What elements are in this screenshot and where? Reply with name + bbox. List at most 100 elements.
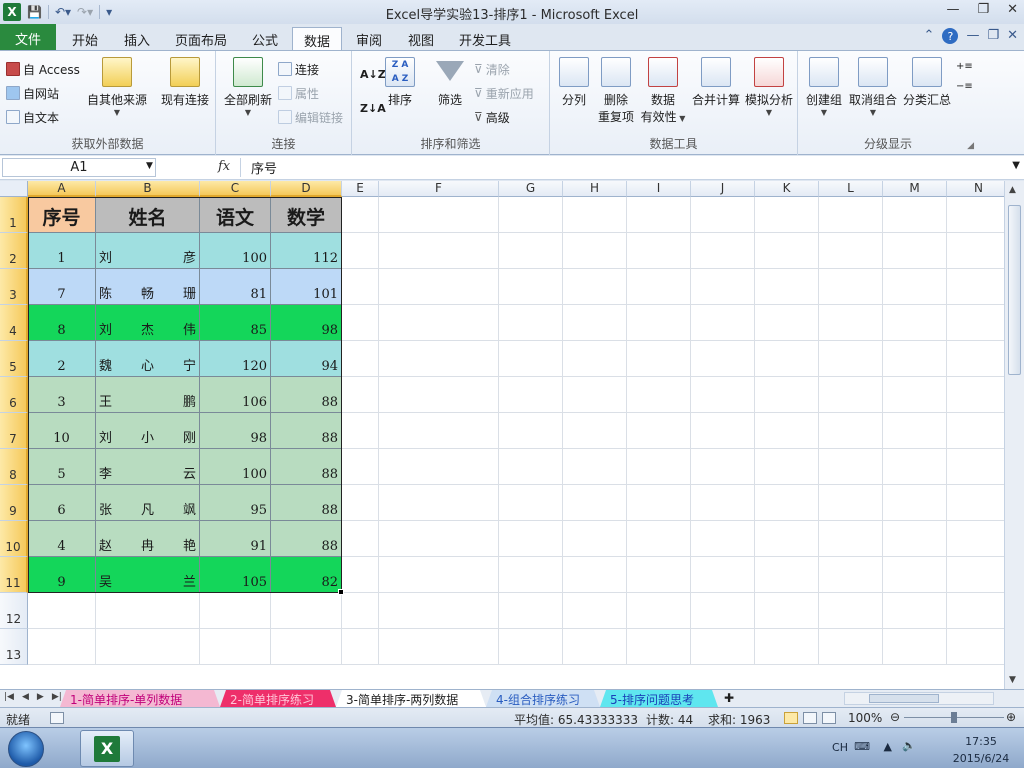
cell-name[interactable]: 李云 xyxy=(96,449,200,485)
row-header-4[interactable]: 4 xyxy=(0,305,28,341)
cell-name[interactable]: 刘彦 xyxy=(96,233,200,269)
column-header-d[interactable]: D xyxy=(271,181,342,197)
column-header-f[interactable]: F xyxy=(379,181,499,197)
cell-name[interactable]: 赵冉艳 xyxy=(96,521,200,557)
clear-filter-button[interactable]: ⊽ 清除 xyxy=(474,60,510,78)
cell-chinese-score[interactable]: 120 xyxy=(200,341,271,377)
redo-icon[interactable]: ↷▾ xyxy=(77,5,93,19)
cell-number[interactable]: 4 xyxy=(28,521,96,557)
row-header-2[interactable]: 2 xyxy=(0,233,28,269)
cell-chinese-score[interactable]: 100 xyxy=(200,233,271,269)
tab-home[interactable]: 开始 xyxy=(62,27,108,49)
sheet-tab-2[interactable]: 2-简单排序练习 xyxy=(220,690,336,707)
cell-name[interactable]: 陈畅珊 xyxy=(96,269,200,305)
connections-button[interactable]: 连接 xyxy=(278,60,319,78)
sheet-tab-5[interactable]: 5-排序问题思考 xyxy=(600,690,718,707)
start-button[interactable] xyxy=(8,731,44,767)
keyboard-icon[interactable]: ⌨ xyxy=(854,740,870,753)
sort-descending-button[interactable]: Z↓A xyxy=(360,99,386,117)
sort-button[interactable]: Z AA Z 排序 xyxy=(384,57,416,108)
cell-name[interactable]: 刘小刚 xyxy=(96,413,200,449)
row-header-6[interactable]: 6 xyxy=(0,377,28,413)
row-header-11[interactable]: 11 xyxy=(0,557,28,593)
column-header-l[interactable]: L xyxy=(819,181,883,197)
from-text-button[interactable]: 自文本 xyxy=(6,108,59,126)
row-header-1[interactable]: 1 xyxy=(0,197,28,233)
show-detail-button[interactable]: +≡ xyxy=(956,57,973,75)
prev-sheet-icon[interactable]: ◀ xyxy=(22,692,29,702)
header-cell[interactable]: 姓名 xyxy=(96,197,200,233)
first-sheet-icon[interactable]: |◀ xyxy=(4,692,14,702)
formula-input[interactable]: 序号 xyxy=(240,158,1006,177)
ungroup-button[interactable]: 取消组合 ▼ xyxy=(848,57,898,117)
doc-close-icon[interactable]: ✕ xyxy=(1007,28,1018,44)
row-header-10[interactable]: 10 xyxy=(0,521,28,557)
refresh-all-button[interactable]: 全部刷新 ▼ xyxy=(220,57,276,117)
cell-chinese-score[interactable]: 91 xyxy=(200,521,271,557)
minimize-ribbon-icon[interactable]: ⌃ xyxy=(924,28,935,44)
cell-name[interactable]: 张凡飒 xyxy=(96,485,200,521)
customize-qat-icon[interactable]: ▾ xyxy=(106,5,112,19)
what-if-analysis-button[interactable]: 模拟分析 ▼ xyxy=(744,57,794,117)
save-icon[interactable]: 💾 xyxy=(27,5,42,19)
doc-minimize-icon[interactable]: — xyxy=(966,28,979,44)
taskbar-excel-button[interactable]: X xyxy=(80,730,134,767)
cell-math-score[interactable]: 88 xyxy=(271,413,342,449)
name-box[interactable]: A1 xyxy=(2,158,156,177)
horizontal-scrollbar[interactable] xyxy=(844,692,994,705)
filter-button[interactable]: 筛选 xyxy=(430,57,470,108)
volume-icon[interactable]: 🔈 xyxy=(902,739,916,752)
tab-data[interactable]: 数据 xyxy=(292,27,342,51)
fill-handle[interactable] xyxy=(338,589,344,595)
cell-number[interactable]: 6 xyxy=(28,485,96,521)
column-header-e[interactable]: E xyxy=(342,181,379,197)
row-header-13[interactable]: 13 xyxy=(0,629,28,665)
row-header-5[interactable]: 5 xyxy=(0,341,28,377)
hide-detail-button[interactable]: −≡ xyxy=(956,77,973,95)
sheet-tab-3[interactable]: 3-简单排序-两列数据 xyxy=(336,690,486,707)
cell-math-score[interactable]: 101 xyxy=(271,269,342,305)
page-break-view-icon[interactable] xyxy=(822,712,836,724)
cell-math-score[interactable]: 82 xyxy=(271,557,342,593)
insert-function-icon[interactable]: fx xyxy=(218,159,230,174)
sort-ascending-button[interactable]: A↓Z xyxy=(360,65,386,83)
cell-math-score[interactable]: 112 xyxy=(271,233,342,269)
close-button[interactable]: ✕ xyxy=(1007,2,1018,17)
from-web-button[interactable]: 自网站 xyxy=(6,84,59,102)
cell-chinese-score[interactable]: 105 xyxy=(200,557,271,593)
remove-duplicates-button[interactable]: 删除 重复项 xyxy=(596,57,636,125)
column-header-g[interactable]: G xyxy=(499,181,563,197)
cell-number[interactable]: 9 xyxy=(28,557,96,593)
dialog-launcher-icon[interactable]: ◢ xyxy=(967,141,974,151)
cell-number[interactable]: 10 xyxy=(28,413,96,449)
normal-view-icon[interactable] xyxy=(784,712,798,724)
scroll-up-icon[interactable]: ▲ xyxy=(1009,185,1016,195)
column-header-c[interactable]: C xyxy=(200,181,271,197)
restore-button[interactable]: ❐ xyxy=(977,2,989,17)
tab-formulas[interactable]: 公式 xyxy=(242,27,288,49)
row-header-7[interactable]: 7 xyxy=(0,413,28,449)
cell-math-score[interactable]: 88 xyxy=(271,485,342,521)
column-header-i[interactable]: I xyxy=(627,181,691,197)
sheet-tab-1[interactable]: 1-简单排序-单列数据 xyxy=(60,690,220,707)
row-header-12[interactable]: 12 xyxy=(0,593,28,629)
cell-chinese-score[interactable]: 85 xyxy=(200,305,271,341)
cell-math-score[interactable]: 94 xyxy=(271,341,342,377)
worksheet-grid[interactable]: A B C D E F G H I J K L M N 1 2 3 4 5 6 7 8 9 10 11 12 13 序号 姓名 语文 数学 1… xyxy=(0,181,1004,689)
column-header-m[interactable]: M xyxy=(883,181,947,197)
tab-review[interactable]: 审阅 xyxy=(346,27,392,49)
cell-number[interactable]: 2 xyxy=(28,341,96,377)
header-cell[interactable]: 数学 xyxy=(271,197,342,233)
subtotal-button[interactable]: 分类汇总 xyxy=(902,57,952,108)
minimize-button[interactable]: — xyxy=(946,2,959,17)
column-header-a[interactable]: A xyxy=(28,181,96,197)
cell-math-score[interactable]: 88 xyxy=(271,377,342,413)
consolidate-button[interactable]: 合并计算 xyxy=(690,57,742,108)
data-validation-button[interactable]: 数据 有效性 ▼ xyxy=(640,57,686,125)
zoom-level[interactable]: 100% xyxy=(848,711,882,725)
insert-worksheet-icon[interactable]: ✚ xyxy=(724,691,734,705)
cell-chinese-score[interactable]: 98 xyxy=(200,413,271,449)
vertical-scroll-thumb[interactable] xyxy=(1008,205,1021,375)
page-layout-view-icon[interactable] xyxy=(803,712,817,724)
properties-button[interactable]: 属性 xyxy=(278,84,319,102)
